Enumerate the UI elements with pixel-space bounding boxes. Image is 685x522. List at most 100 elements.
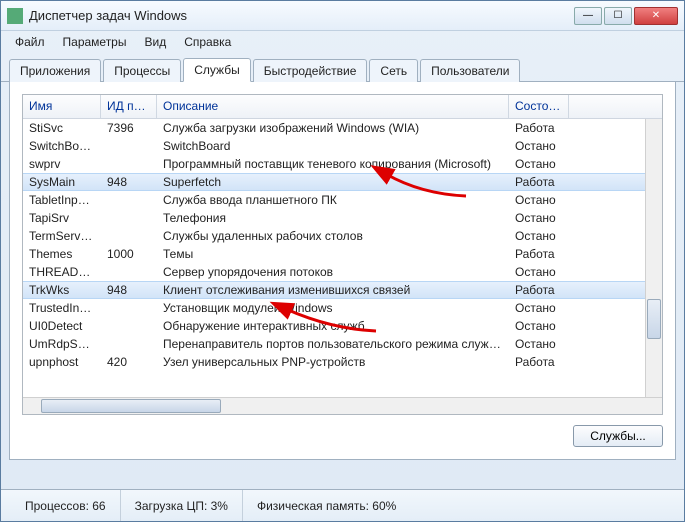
cell-status: Остано	[509, 318, 569, 334]
table-row[interactable]: upnphost420Узел универсальных PNP-устрой…	[23, 353, 662, 371]
cell-desc: Темы	[157, 246, 509, 262]
tab-services[interactable]: Службы	[183, 58, 250, 82]
scroll-thumb[interactable]	[647, 299, 661, 339]
table-row[interactable]: Themes1000ТемыРабота	[23, 245, 662, 263]
cell-name: upnphost	[23, 354, 101, 370]
table-row[interactable]: TrustedInst... Установщик модулей Windows…	[23, 299, 662, 317]
cell-pid: 948	[101, 174, 157, 190]
tab-processes[interactable]: Процессы	[103, 59, 181, 82]
cell-status: Остано	[509, 264, 569, 280]
cell-status: Работа	[509, 120, 569, 136]
cell-name: TapiSrv	[23, 210, 101, 226]
table-row[interactable]: TabletInput... Служба ввода планшетного П…	[23, 191, 662, 209]
table-row[interactable]: TermService Службы удаленных рабочих стол…	[23, 227, 662, 245]
tab-users[interactable]: Пользователи	[420, 59, 520, 82]
cell-desc: Службы удаленных рабочих столов	[157, 228, 509, 244]
cell-name: SysMain	[23, 174, 101, 190]
tab-content: Имя ИД пр... Описание Состоя... StiSvc73…	[9, 82, 676, 460]
cell-pid	[101, 217, 157, 219]
cell-status: Работа	[509, 246, 569, 262]
cell-desc: Программный поставщик теневого копирован…	[157, 156, 509, 172]
cell-status: Работа	[509, 282, 569, 298]
tab-network[interactable]: Сеть	[369, 59, 418, 82]
listview-body: StiSvc7396Служба загрузки изображений Wi…	[23, 119, 662, 397]
cell-pid: 7396	[101, 120, 157, 136]
cell-name: UI0Detect	[23, 318, 101, 334]
table-row[interactable]: UmRdpServ... Перенаправитель портов польз…	[23, 335, 662, 353]
menu-file[interactable]: Файл	[7, 33, 53, 51]
cell-pid	[101, 271, 157, 273]
tab-performance[interactable]: Быстродействие	[253, 59, 368, 82]
services-listview[interactable]: Имя ИД пр... Описание Состоя... StiSvc73…	[22, 94, 663, 415]
services-button[interactable]: Службы...	[573, 425, 663, 447]
cell-status: Остано	[509, 156, 569, 172]
cell-name: swprv	[23, 156, 101, 172]
cell-status: Остано	[509, 300, 569, 316]
cell-status: Остано	[509, 210, 569, 226]
cell-status: Остано	[509, 336, 569, 352]
cell-pid: 948	[101, 282, 157, 298]
table-row[interactable]: TapiSrv ТелефонияОстано	[23, 209, 662, 227]
app-icon	[7, 8, 23, 24]
cell-desc: Телефония	[157, 210, 509, 226]
cell-desc: Установщик модулей Windows	[157, 300, 509, 316]
window-title: Диспетчер задач Windows	[29, 8, 574, 23]
hscroll-thumb[interactable]	[41, 399, 221, 413]
cell-name: StiSvc	[23, 120, 101, 136]
cell-pid	[101, 325, 157, 327]
cell-desc: Служба загрузки изображений Windows (WIA…	[157, 120, 509, 136]
cell-name: TrustedInst...	[23, 300, 101, 316]
cell-name: TermService	[23, 228, 101, 244]
cell-pid	[101, 307, 157, 309]
cell-pid: 420	[101, 354, 157, 370]
cell-name: THREADOR...	[23, 264, 101, 280]
cell-name: UmRdpServ...	[23, 336, 101, 352]
cell-desc: Служба ввода планшетного ПК	[157, 192, 509, 208]
maximize-button[interactable]: ☐	[604, 7, 632, 25]
task-manager-window: Диспетчер задач Windows — ☐ ✕ Файл Парам…	[0, 0, 685, 522]
close-button[interactable]: ✕	[634, 7, 678, 25]
titlebar[interactable]: Диспетчер задач Windows — ☐ ✕	[1, 1, 684, 31]
statusbar: Процессов: 66 Загрузка ЦП: 3% Физическая…	[1, 489, 684, 521]
cell-name: TabletInput...	[23, 192, 101, 208]
listview-header: Имя ИД пр... Описание Состоя...	[23, 95, 662, 119]
status-processes: Процессов: 66	[11, 490, 121, 521]
cell-desc: Сервер упорядочения потоков	[157, 264, 509, 280]
horizontal-scrollbar[interactable]	[23, 397, 662, 414]
table-row[interactable]: StiSvc7396Служба загрузки изображений Wi…	[23, 119, 662, 137]
tab-applications[interactable]: Приложения	[9, 59, 101, 82]
menu-view[interactable]: Вид	[136, 33, 174, 51]
cell-status: Остано	[509, 192, 569, 208]
cell-name: SwitchBoard	[23, 138, 101, 154]
table-row[interactable]: TrkWks948Клиент отслеживания изменившихс…	[23, 281, 662, 299]
cell-desc: Перенаправитель портов пользовательского…	[157, 336, 509, 352]
column-pid[interactable]: ИД пр...	[101, 95, 157, 118]
table-row[interactable]: swprv Программный поставщик теневого копи…	[23, 155, 662, 173]
cell-status: Работа	[509, 174, 569, 190]
cell-desc: Superfetch	[157, 174, 509, 190]
minimize-button[interactable]: —	[574, 7, 602, 25]
button-row: Службы...	[22, 415, 663, 447]
table-row[interactable]: SwitchBoardSwitchBoardОстано	[23, 137, 662, 155]
table-row[interactable]: THREADOR... Сервер упорядочения потоковОс…	[23, 263, 662, 281]
column-description[interactable]: Описание	[157, 95, 509, 118]
cell-pid	[101, 235, 157, 237]
column-name[interactable]: Имя	[23, 95, 101, 118]
cell-desc: Обнаружение интерактивных служб	[157, 318, 509, 334]
menu-help[interactable]: Справка	[176, 33, 239, 51]
column-status[interactable]: Состоя...	[509, 95, 569, 118]
tabstrip: Приложения Процессы Службы Быстродействи…	[1, 53, 684, 82]
cell-pid: 1000	[101, 246, 157, 262]
cell-pid	[101, 199, 157, 201]
cell-name: Themes	[23, 246, 101, 262]
status-memory: Физическая память: 60%	[243, 490, 410, 521]
cell-pid	[101, 145, 157, 147]
table-row[interactable]: UI0Detect Обнаружение интерактивных служб…	[23, 317, 662, 335]
cell-name: TrkWks	[23, 282, 101, 298]
menu-options[interactable]: Параметры	[55, 33, 135, 51]
cell-status: Работа	[509, 354, 569, 370]
table-row[interactable]: SysMain948SuperfetchРабота	[23, 173, 662, 191]
status-cpu: Загрузка ЦП: 3%	[121, 490, 243, 521]
vertical-scrollbar[interactable]	[645, 119, 662, 397]
cell-status: Остано	[509, 138, 569, 154]
